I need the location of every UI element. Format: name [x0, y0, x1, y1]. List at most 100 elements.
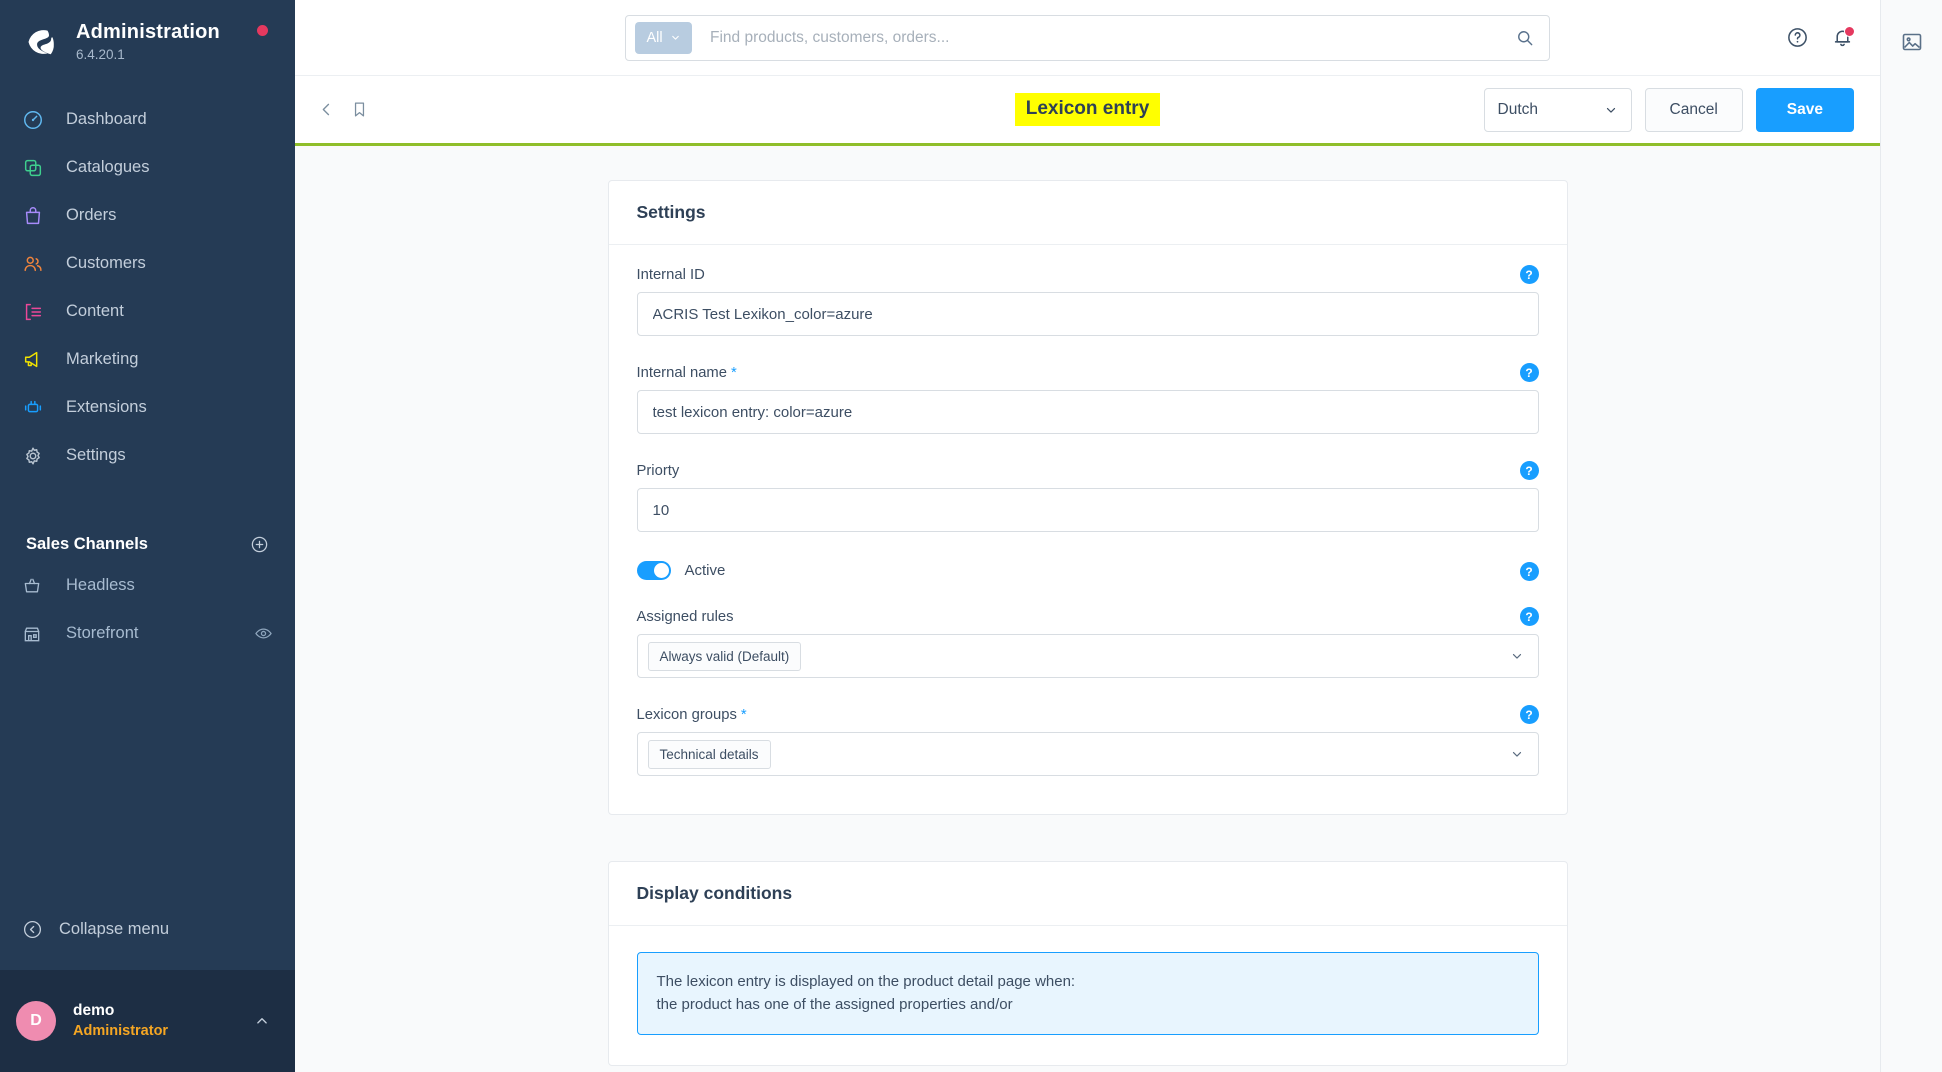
internal-name-label: Internal name *	[637, 365, 1539, 381]
search-scope-selector[interactable]: All	[635, 21, 692, 54]
sidebar-item-label: Extensions	[66, 398, 147, 417]
sidebar-item-label: Orders	[66, 206, 117, 225]
required-marker: *	[730, 365, 737, 381]
settings-card: Settings Internal ID ? Internal name	[607, 180, 1568, 815]
storefront-icon	[22, 624, 56, 644]
content-icon	[22, 301, 56, 323]
content-column: Settings Internal ID ? Internal name	[607, 146, 1568, 1072]
help-circle-icon[interactable]	[1786, 26, 1809, 49]
internal-id-label-text: Internal ID	[636, 267, 705, 283]
lexicon-groups-select[interactable]: Technical details	[636, 732, 1539, 776]
sidebar-item-content[interactable]: Content	[0, 288, 295, 336]
priority-input[interactable]	[636, 488, 1539, 532]
lexicon-groups-label-text: Lexicon groups	[636, 707, 737, 723]
language-select[interactable]: Dutch	[1483, 87, 1632, 132]
sidebar-item-label: Content	[66, 302, 124, 321]
sales-channel-label: Storefront	[66, 624, 139, 643]
page-title: Lexicon entry	[1014, 93, 1161, 126]
global-search-box[interactable]: All	[625, 14, 1550, 61]
sidebar-item-dashboard[interactable]: Dashboard	[0, 96, 295, 144]
active-toggle[interactable]	[636, 561, 671, 580]
chevron-down-icon[interactable]	[1510, 747, 1524, 761]
search-icon[interactable]	[1515, 28, 1535, 48]
sidebar-item-extensions[interactable]: Extensions	[0, 384, 295, 432]
sales-channel-storefront[interactable]: Storefront	[0, 610, 295, 658]
sales-channels-header: Sales Channels	[0, 528, 295, 562]
page-toolbar: Lexicon entry Dutch Cancel Save	[295, 76, 1880, 146]
bookmark-icon[interactable]	[350, 100, 369, 119]
collapse-menu-button[interactable]: Collapse menu	[0, 906, 295, 952]
lexicon-groups-chip[interactable]: Technical details	[647, 739, 771, 769]
global-search-wrapper: All	[295, 14, 1880, 61]
plus-circle-icon[interactable]	[250, 535, 269, 554]
field-priority: Priorty ?	[636, 461, 1539, 532]
help-badge-icon[interactable]: ?	[1519, 562, 1539, 581]
sales-channel-headless[interactable]: Headless	[0, 562, 295, 610]
sidebar-item-marketing[interactable]: Marketing	[0, 336, 295, 384]
user-profile-bar[interactable]: D demo Administrator	[0, 970, 295, 1072]
help-badge-icon[interactable]: ?	[1519, 461, 1539, 480]
cancel-button[interactable]: Cancel	[1644, 87, 1743, 132]
internal-id-input[interactable]	[636, 292, 1539, 336]
brand-header[interactable]: Administration 6.4.20.1	[0, 0, 295, 70]
sidebar-item-label: Catalogues	[66, 158, 150, 177]
display-conditions-card-title: Display conditions	[608, 862, 1567, 926]
help-badge-icon[interactable]: ?	[1519, 265, 1539, 284]
orders-icon	[22, 205, 56, 227]
settings-card-body: Internal ID ? Internal name * ?	[609, 245, 1567, 814]
user-meta: demo Administrator	[73, 1001, 253, 1041]
assigned-rules-select[interactable]: Always valid (Default)	[636, 634, 1539, 678]
main-sidebar: Administration 6.4.20.1 Dashboard Catalo…	[0, 0, 295, 1072]
top-bar-actions	[1786, 26, 1880, 49]
basket-icon	[22, 576, 56, 596]
lexicon-groups-label: Lexicon groups *	[637, 707, 1539, 723]
toolbar-right-actions: Dutch Cancel Save	[1483, 87, 1854, 132]
chevron-down-icon	[1606, 107, 1615, 113]
customers-icon	[22, 253, 56, 275]
settings-card-title: Settings	[608, 181, 1567, 245]
hint-line-1: The lexicon entry is displayed on the pr…	[656, 973, 1076, 990]
display-conditions-card-body: The lexicon entry is displayed on the pr…	[609, 926, 1567, 1065]
eye-icon[interactable]	[254, 624, 273, 643]
help-badge-icon[interactable]: ?	[1519, 607, 1539, 626]
field-internal-id: Internal ID ?	[636, 265, 1539, 336]
field-lexicon-groups: Lexicon groups * ? Technical details	[636, 705, 1539, 776]
help-badge-icon[interactable]: ?	[1519, 705, 1539, 724]
sidebar-item-settings[interactable]: Settings	[0, 432, 295, 480]
active-label: Active	[684, 562, 726, 579]
primary-navigation: Dashboard Catalogues Orders Customers Co…	[0, 96, 295, 480]
sidebar-item-orders[interactable]: Orders	[0, 192, 295, 240]
sales-channel-label: Headless	[66, 576, 135, 595]
chevron-left-icon[interactable]	[317, 100, 336, 119]
chevron-down-icon[interactable]	[1510, 649, 1524, 663]
image-media-icon[interactable]	[1894, 24, 1930, 65]
priority-label-text: Priorty	[636, 463, 680, 479]
search-scope-label: All	[646, 29, 663, 46]
dashboard-icon	[22, 109, 56, 131]
chevron-down-icon	[671, 35, 679, 40]
sales-channels-title: Sales Channels	[26, 535, 148, 554]
search-input[interactable]	[710, 28, 1515, 47]
catalogues-icon	[22, 157, 56, 179]
sidebar-item-customers[interactable]: Customers	[0, 240, 295, 288]
hint-line-2: the product has one of the assigned prop…	[656, 996, 1013, 1014]
collapse-menu-label: Collapse menu	[59, 919, 170, 938]
avatar: D	[16, 1001, 56, 1041]
chevron-up-icon[interactable]	[253, 1012, 271, 1030]
sidebar-item-catalogues[interactable]: Catalogues	[0, 144, 295, 192]
save-button[interactable]: Save	[1755, 87, 1854, 132]
content-area: Settings Internal ID ? Internal name	[295, 146, 1880, 1072]
required-marker: *	[740, 707, 747, 723]
assigned-rules-label: Assigned rules	[637, 609, 1539, 625]
display-conditions-card: Display conditions The lexicon entry is …	[607, 861, 1568, 1066]
internal-name-input[interactable]	[636, 390, 1539, 434]
marketing-icon	[22, 349, 56, 371]
brand-title: Administration	[76, 21, 220, 43]
assigned-rules-chip[interactable]: Always valid (Default)	[647, 641, 802, 671]
help-badge-icon[interactable]: ?	[1519, 363, 1539, 382]
extensions-icon	[22, 397, 56, 419]
brand-version: 6.4.20.1	[76, 47, 125, 62]
sidebar-item-label: Settings	[66, 446, 126, 465]
sidebar-item-label: Marketing	[66, 350, 139, 369]
bell-icon[interactable]	[1831, 26, 1855, 49]
